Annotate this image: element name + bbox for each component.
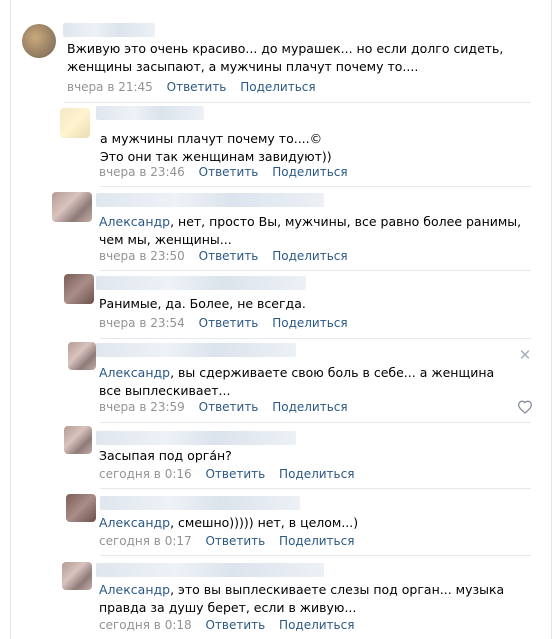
author-name[interactable]	[96, 343, 296, 357]
divider	[100, 186, 531, 187]
comment-text: Вживую это очень красиво... до мурашек..…	[67, 41, 504, 74]
comment-text: Ранимые, да. Более, не всегда.	[99, 296, 306, 311]
author-name[interactable]	[96, 193, 324, 207]
mention-link[interactable]: Александр	[99, 582, 170, 597]
share-link[interactable]: Поделиться	[272, 316, 347, 330]
comment-meta: сегодня в 0:16 Ответить Поделиться	[99, 466, 354, 482]
avatar[interactable]	[64, 426, 92, 454]
author-name[interactable]	[100, 496, 300, 510]
close-icon[interactable]: ✕	[518, 348, 532, 363]
share-link[interactable]: Поделиться	[240, 80, 315, 94]
share-link[interactable]: Поделиться	[272, 165, 347, 179]
avatar[interactable]	[52, 192, 92, 222]
divider	[100, 422, 531, 423]
comment-meta: сегодня в 0:18 Ответить Поделиться	[99, 617, 354, 633]
comment-meta: вчера в 23:54 Ответить Поделиться	[99, 315, 348, 331]
reply-link[interactable]: Ответить	[199, 400, 259, 414]
mention-link[interactable]: Александр	[99, 515, 170, 530]
share-link[interactable]: Поделиться	[272, 400, 347, 414]
author-name[interactable]	[96, 431, 296, 445]
comment-time[interactable]: сегодня в 0:17	[99, 534, 192, 548]
comment-meta: вчера в 23:46 Ответить Поделиться	[99, 164, 348, 180]
share-link[interactable]: Поделиться	[272, 249, 347, 263]
author-name[interactable]	[96, 563, 324, 577]
reply-link[interactable]: Ответить	[199, 249, 259, 263]
divider	[100, 338, 531, 339]
avatar[interactable]	[60, 108, 90, 138]
avatar[interactable]	[66, 494, 96, 522]
divider	[100, 555, 531, 556]
comment-time[interactable]: вчера в 23:54	[99, 316, 185, 330]
avatar[interactable]	[68, 342, 96, 370]
divider	[64, 102, 531, 103]
comment-text: Александр, смешно))))) нет, в целом...)	[99, 514, 519, 532]
frame-border-left	[10, 0, 11, 639]
comment-meta: вчера в 23:50 Ответить Поделиться	[99, 248, 348, 264]
comment-body: , смешно))))) нет, в целом...)	[170, 515, 359, 530]
comment-time[interactable]: вчера в 21:45	[67, 80, 153, 94]
avatar[interactable]	[22, 24, 56, 58]
share-link[interactable]: Поделиться	[279, 618, 354, 632]
reply-link[interactable]: Ответить	[205, 618, 265, 632]
reply-link[interactable]: Ответить	[205, 467, 265, 481]
author-name[interactable]	[96, 276, 306, 290]
mention-link[interactable]: Александр	[99, 214, 170, 229]
comment-time[interactable]: вчера в 23:59	[99, 400, 185, 414]
mention-link[interactable]: Александр	[99, 365, 170, 380]
reply-link[interactable]: Ответить	[167, 80, 227, 94]
comment-text: Александр, это вы выплескиваете слезы по…	[99, 581, 539, 617]
comment-text: Засыпая под орга́н?	[99, 448, 232, 463]
heart-icon[interactable]	[517, 400, 533, 414]
divider	[100, 488, 531, 489]
comment-time[interactable]: сегодня в 0:16	[99, 467, 192, 481]
avatar[interactable]	[62, 562, 92, 590]
comment-text: Александр, вы сдерживаете свою боль в се…	[99, 364, 519, 400]
author-name[interactable]	[63, 23, 155, 37]
comment-time[interactable]: вчера в 23:46	[99, 165, 185, 179]
reply-link[interactable]: Ответить	[199, 316, 259, 330]
reply-link[interactable]: Ответить	[199, 165, 259, 179]
comment-time[interactable]: вчера в 23:50	[99, 249, 185, 263]
share-link[interactable]: Поделиться	[279, 467, 354, 481]
share-link[interactable]: Поделиться	[279, 534, 354, 548]
avatar[interactable]	[64, 274, 94, 304]
reply-link[interactable]: Ответить	[205, 534, 265, 548]
author-name[interactable]	[96, 106, 204, 120]
comment-time[interactable]: сегодня в 0:18	[99, 618, 192, 632]
comment-text: а мужчины плачут почему то....© Это они …	[100, 131, 332, 164]
comment-text: Александр, нет, просто Вы, мужчины, все …	[99, 213, 529, 249]
comment-meta: сегодня в 0:17 Ответить Поделиться	[99, 533, 354, 549]
comment-meta: вчера в 21:45 Ответить Поделиться	[67, 79, 316, 95]
divider	[100, 270, 531, 271]
frame-border-right	[551, 0, 552, 639]
comment-meta: вчера в 23:59 Ответить Поделиться	[99, 399, 348, 415]
